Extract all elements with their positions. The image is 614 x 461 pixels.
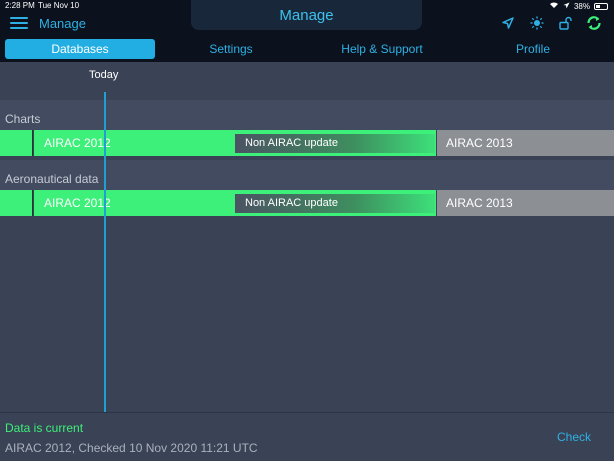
location-arrow-icon[interactable] (500, 15, 516, 31)
page-title: Manage (191, 0, 422, 30)
aeronautical-timeline-row[interactable]: AIRAC 2012 Non AIRAC update AIRAC 2013 (0, 190, 614, 216)
data-status: Data is current (5, 421, 84, 435)
page-title-label: Manage (279, 7, 334, 24)
battery-percent: 38% (573, 1, 590, 11)
menu-icon[interactable] (10, 17, 28, 30)
current-cycle-label: AIRAC 2012 (44, 136, 111, 150)
next-cycle-label: AIRAC 2013 (446, 136, 513, 150)
database-timeline: Today Charts AIRAC 2012 Non AIRAC update… (0, 62, 614, 412)
manage-back-link[interactable]: Manage (39, 16, 86, 31)
data-status-detail: AIRAC 2012, Checked 10 Nov 2020 11:21 UT… (5, 441, 258, 455)
tab-bar: Databases Settings Help & Support Profil… (0, 36, 614, 62)
check-button[interactable]: Check (557, 430, 591, 444)
next-cycle-segment[interactable]: AIRAC 2013 (437, 130, 614, 156)
today-header: Today (0, 62, 614, 100)
unlock-icon[interactable] (557, 15, 573, 31)
footer-status: Data is current AIRAC 2012, Checked 10 N… (0, 412, 614, 461)
wifi-icon (549, 1, 559, 11)
tab-databases[interactable]: Databases (5, 39, 155, 59)
battery-icon (594, 2, 608, 10)
today-marker-line (104, 92, 106, 412)
section-label-aeronautical: Aeronautical data (5, 172, 99, 186)
tab-help-support[interactable]: Help & Support (322, 39, 442, 59)
charts-timeline-row[interactable]: AIRAC 2012 Non AIRAC update AIRAC 2013 (0, 130, 614, 156)
section-band (0, 100, 614, 130)
brightness-icon[interactable] (529, 15, 545, 31)
non-airac-update-badge[interactable]: Non AIRAC update (235, 194, 435, 213)
tab-settings[interactable]: Settings (181, 39, 281, 59)
status-right: 38% (549, 1, 608, 11)
next-cycle-label: AIRAC 2013 (446, 196, 513, 210)
section-label-charts: Charts (5, 112, 41, 126)
header: Manage Manage (0, 0, 614, 36)
non-airac-update-badge[interactable]: Non AIRAC update (235, 134, 435, 153)
sync-icon[interactable] (585, 14, 603, 32)
next-cycle-segment[interactable]: AIRAC 2013 (437, 190, 614, 216)
today-label: Today (89, 69, 119, 81)
current-cycle-label: AIRAC 2012 (44, 196, 111, 210)
location-icon (563, 2, 570, 11)
previous-cycle-segment (0, 130, 33, 156)
status-time: 2:28 PM (5, 1, 35, 10)
status-date: Tue Nov 10 (38, 1, 80, 10)
tab-profile[interactable]: Profile (498, 39, 568, 59)
previous-cycle-segment (0, 190, 33, 216)
